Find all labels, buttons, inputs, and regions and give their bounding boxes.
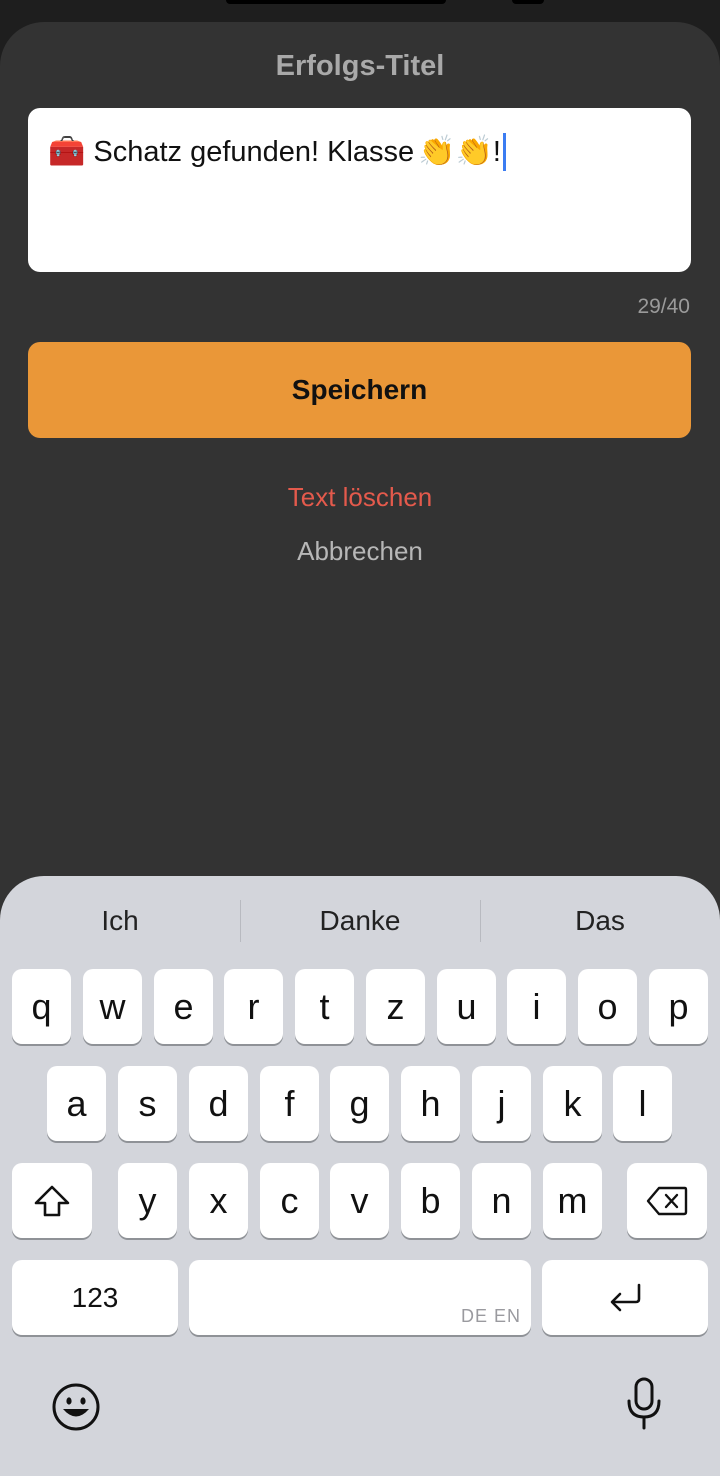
notch-indicator-small	[512, 0, 544, 4]
key-w[interactable]: w	[83, 969, 142, 1044]
microphone-icon	[627, 1377, 661, 1430]
clear-text-button[interactable]: Text löschen	[0, 482, 720, 513]
language-indicator: DE EN	[460, 1306, 521, 1326]
key-a[interactable]: a	[47, 1066, 106, 1141]
text-field-content: 🧰 Schatz gefunden! Klasse 👏 👏 !	[48, 132, 671, 172]
cancel-button[interactable]: Abbrechen	[0, 536, 720, 567]
screen: Erfolgs-Titel 🧰 Schatz gefunden! Klasse …	[0, 0, 720, 1476]
text-field-suffix: !	[492, 136, 501, 168]
key-u[interactable]: u	[437, 969, 496, 1044]
key-e[interactable]: e	[154, 969, 213, 1044]
backspace-icon	[646, 1186, 688, 1215]
key-z[interactable]: z	[366, 969, 425, 1044]
numbers-key-label: 123	[71, 1281, 119, 1313]
key-t[interactable]: t	[295, 969, 354, 1044]
key-c[interactable]: c	[260, 1163, 319, 1238]
text-field-value: Schatz gefunden! Klasse	[93, 136, 415, 168]
key-y[interactable]: y	[118, 1163, 177, 1238]
key-o[interactable]: o	[578, 969, 637, 1044]
backspace-key[interactable]	[627, 1163, 707, 1238]
key-s[interactable]: s	[118, 1066, 177, 1141]
clapping-hands-emoji: 👏	[418, 135, 456, 168]
key-q[interactable]: q	[12, 969, 71, 1044]
shift-icon	[34, 1185, 70, 1216]
emoji-keyboard-button[interactable]	[50, 1381, 102, 1433]
on-screen-keyboard: Ich Danke Das q w e r t z u i o p a s d …	[0, 876, 720, 1476]
return-icon	[610, 1283, 641, 1311]
key-p[interactable]: p	[649, 969, 708, 1044]
key-x[interactable]: x	[189, 1163, 248, 1238]
sheet-title: Erfolgs-Titel	[275, 50, 445, 82]
save-button[interactable]: Speichern	[28, 342, 691, 438]
key-g[interactable]: g	[330, 1066, 389, 1141]
key-d[interactable]: d	[189, 1066, 248, 1141]
key-m[interactable]: m	[543, 1163, 602, 1238]
key-n[interactable]: n	[472, 1163, 531, 1238]
key-r[interactable]: r	[224, 969, 283, 1044]
numbers-key[interactable]: 123	[12, 1260, 178, 1335]
treasure-chest-emoji: 🧰	[48, 135, 86, 168]
suggestion-item[interactable]: Danke	[240, 876, 480, 966]
key-b[interactable]: b	[401, 1163, 460, 1238]
key-j[interactable]: j	[472, 1066, 531, 1141]
key-f[interactable]: f	[260, 1066, 319, 1141]
clapping-hands-emoji: 👏	[455, 135, 493, 168]
key-v[interactable]: v	[330, 1163, 389, 1238]
space-key[interactable]: DE EN	[189, 1260, 531, 1335]
dictation-button[interactable]	[622, 1376, 666, 1432]
character-counter: 29/40	[637, 295, 690, 318]
suggestion-item[interactable]: Ich	[0, 876, 240, 966]
return-key[interactable]	[542, 1260, 708, 1335]
status-bar	[0, 0, 720, 22]
key-h[interactable]: h	[401, 1066, 460, 1141]
emoji-icon	[52, 1383, 100, 1431]
title-text-field[interactable]: 🧰 Schatz gefunden! Klasse 👏 👏 !	[28, 108, 691, 272]
shift-key[interactable]	[12, 1163, 92, 1238]
key-k[interactable]: k	[543, 1066, 602, 1141]
key-l[interactable]: l	[613, 1066, 672, 1141]
suggestion-item[interactable]: Das	[480, 876, 720, 966]
suggestion-bar: Ich Danke Das	[0, 876, 720, 966]
key-i[interactable]: i	[507, 969, 566, 1044]
notch-indicator	[226, 0, 446, 4]
text-caret	[502, 133, 506, 171]
